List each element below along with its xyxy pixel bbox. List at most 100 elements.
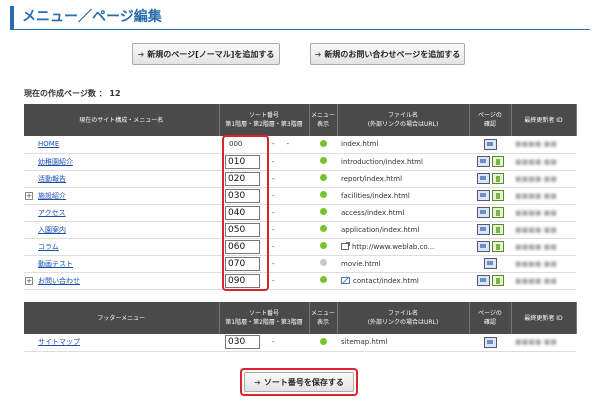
file-name: access/index.html (341, 208, 405, 217)
updater-id-redacted: ■■■■ ■■ (515, 191, 557, 200)
preview-cell (469, 170, 511, 188)
page-name-link[interactable]: 幼稚園紹介 (38, 158, 73, 166)
page-name-link[interactable]: サイトマップ (38, 338, 80, 346)
sort-number-input[interactable]: 040 (225, 205, 260, 220)
save-sort-button[interactable]: ➔ ソート番号を保存する (244, 372, 354, 392)
mobile-preview-icon[interactable] (491, 190, 504, 201)
col-sort-line2: 第1階層・第2階層・第3階層 (225, 319, 303, 326)
mobile-preview-icon[interactable] (491, 241, 504, 252)
page-name-link[interactable]: お問い合わせ (38, 277, 80, 285)
sort-cell: 020 - (219, 170, 309, 188)
arrow-right-icon: ➔ (314, 49, 322, 59)
updater-id-redacted: ■■■■ ■■ (515, 276, 557, 285)
col-confirm-line2: 確認 (483, 121, 496, 128)
col-structure: フッターメニュー (24, 302, 220, 334)
sort-dash: - (272, 191, 275, 200)
updater-id-redacted: ■■■■ ■■ (515, 174, 557, 183)
page-name-link[interactable]: コラム (38, 243, 59, 251)
table-row: 幼稚園紹介 010 - introduction/index.html ■■■■ ■■ (24, 153, 576, 171)
updater-cell: ■■■■ ■■ (511, 238, 576, 256)
expand-icon[interactable]: + (25, 191, 33, 200)
page-name-link[interactable]: 動画テスト (38, 260, 73, 268)
external-link-icon (341, 242, 350, 250)
col-file: ファイル名 (外部リンクの場合はURL) (337, 104, 470, 136)
file-cell: application/index.html (337, 221, 469, 239)
table-row: 動画テスト 070 - movie.html ■■■■ ■■ (24, 255, 576, 273)
mobile-preview-icon[interactable] (491, 224, 504, 235)
table-row: HOME 000 - - index.html ■■■■ ■■ (24, 136, 576, 154)
sort-number-input[interactable]: 030 (225, 188, 260, 203)
pc-preview-icon[interactable] (476, 156, 490, 167)
menu-visible-cell (309, 187, 337, 205)
file-cell: introduction/index.html (337, 153, 469, 171)
mobile-preview-icon[interactable] (491, 173, 504, 184)
add-normal-page-button[interactable]: ➔ 新規のページ[ノーマル]を追加する (132, 43, 280, 65)
updater-cell: ■■■■ ■■ (511, 272, 576, 290)
updater-id-redacted: ■■■■ ■■ (515, 140, 557, 149)
sort-number-input[interactable]: 090 (225, 273, 260, 288)
mobile-preview-icon[interactable] (491, 156, 504, 167)
pc-preview-icon[interactable] (483, 258, 497, 269)
sort-number-input[interactable]: 060 (225, 239, 260, 254)
arrow-right-icon: ➔ (254, 377, 261, 387)
col-sort-line1: ソート番号 (248, 310, 279, 317)
sort-dash: - (272, 140, 275, 149)
updater-cell: ■■■■ ■■ (511, 204, 576, 222)
sort-dash: - (272, 157, 275, 166)
preview-cell (469, 187, 511, 205)
pc-preview-icon[interactable] (476, 241, 490, 252)
file-name: http://www.weblab.co... (352, 242, 435, 251)
sort-number-input[interactable]: 050 (225, 222, 260, 237)
add-inquiry-page-label: 新規のお問い合わせページを追加する (324, 49, 461, 59)
preview-cell (469, 153, 511, 171)
sort-cell: 000 - - (219, 136, 309, 154)
col-confirm: ページの 確認 (469, 302, 512, 334)
sort-number-input[interactable]: 030 (225, 335, 260, 350)
pc-preview-icon[interactable] (483, 138, 497, 150)
updater-cell: ■■■■ ■■ (511, 136, 576, 154)
menu-name-cell: 幼稚園紹介 (24, 153, 219, 171)
page-name-link[interactable]: 施設紹介 (38, 192, 66, 200)
col-sort: ソート番号第1階層・第2階層・第3階層 (219, 302, 310, 334)
menu-visible-dot (319, 242, 327, 249)
sort-dash: - (272, 276, 275, 285)
file-cell: sitemap.html (337, 334, 469, 352)
updater-id-redacted: ■■■■ ■■ (515, 208, 557, 217)
mobile-preview-icon[interactable] (491, 207, 504, 218)
menu-visible-dot (319, 139, 327, 147)
page-name-link[interactable]: 入園案内 (38, 226, 66, 234)
mail-icon (341, 277, 350, 284)
sort-number-input[interactable]: 010 (225, 154, 260, 169)
page-name-link[interactable]: 活動報告 (38, 175, 66, 183)
col-structure: 現在のサイト構成・メニュー名 (24, 104, 220, 136)
mobile-preview-icon[interactable] (491, 275, 504, 286)
add-inquiry-page-button[interactable]: ➔ 新規のお問い合わせページを追加する (310, 43, 465, 65)
page-name-link[interactable]: アクセス (38, 209, 66, 217)
pc-preview-icon[interactable] (476, 173, 490, 184)
sort-number-value: 000 (229, 140, 243, 149)
pc-preview-icon[interactable] (476, 224, 490, 235)
pc-preview-icon[interactable] (476, 207, 490, 218)
updater-cell: ■■■■ ■■ (511, 170, 576, 188)
expand-icon[interactable]: + (25, 276, 33, 285)
file-cell: contact/index.html (337, 272, 469, 290)
menu-table-header: 現在のサイト構成・メニュー名 ソート番号 第1階層・第2階層・第3階層 メニュー表… (24, 104, 577, 136)
sort-cell: 030 - (219, 334, 309, 352)
updater-id-redacted: ■■■■ ■■ (515, 338, 557, 347)
pc-preview-icon[interactable] (476, 190, 490, 201)
file-cell: movie.html (337, 255, 469, 273)
pc-preview-icon[interactable] (483, 336, 497, 348)
col-sort: ソート番号 第1階層・第2階層・第3階層 (219, 104, 310, 136)
menu-visible-dot (319, 157, 327, 164)
sort-number-input[interactable]: 070 (225, 256, 260, 271)
preview-cell (469, 334, 511, 352)
sort-dash: - (272, 259, 275, 268)
updater-id-redacted: ■■■■ ■■ (515, 225, 557, 234)
table-row: サイトマップ 030 - sitemap.html ■■■■ ■■ (24, 334, 576, 352)
pc-preview-icon[interactable] (476, 275, 490, 286)
page-name-link[interactable]: HOME (38, 140, 59, 148)
sort-cell: 090 - (219, 272, 309, 290)
sort-number-input[interactable]: 020 (225, 171, 260, 186)
file-cell: facilities/index.html (337, 187, 469, 205)
col-sort-line1: ソート番号 (248, 112, 279, 119)
